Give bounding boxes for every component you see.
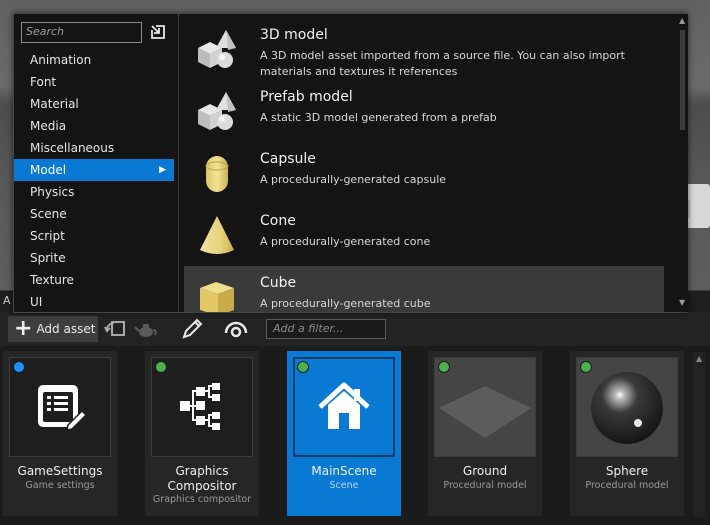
category-item-media[interactable]: Media — [14, 115, 174, 137]
asset-name: Sphere — [605, 464, 649, 478]
asset-card-ground[interactable]: Ground Procedural model — [428, 351, 542, 516]
category-item-animation[interactable]: Animation — [14, 49, 174, 71]
add-asset-label: Add asset — [36, 322, 96, 336]
category-label: Scene — [30, 207, 67, 221]
status-dot — [297, 361, 309, 373]
category-item-script[interactable]: Script — [14, 225, 174, 247]
asset-grid: GameSettings Game settings Graphics Comp… — [0, 346, 710, 525]
asset-type-title: 3D model — [260, 27, 328, 43]
asset-type-description: A procedurally-generated cube — [260, 297, 431, 310]
add-asset-popup: Search Animation Font Material Media Mis… — [13, 13, 688, 313]
import-icon[interactable] — [104, 318, 128, 340]
asset-name: Ground — [462, 464, 508, 478]
category-item-physics[interactable]: Physics — [14, 181, 174, 203]
asset-panel-title: A — [3, 294, 11, 307]
scroll-down-icon[interactable]: ▼ — [679, 298, 685, 307]
pencil-icon[interactable] — [180, 318, 204, 340]
category-label: Texture — [30, 273, 74, 287]
asset-thumbnail — [576, 357, 678, 457]
category-list: Animation Font Material Media Miscellane… — [14, 49, 174, 313]
prefab-model-icon — [198, 92, 236, 130]
cone-icon — [200, 216, 234, 254]
category-item-font[interactable]: Font — [14, 71, 174, 93]
teapot-icon[interactable] — [134, 318, 158, 340]
asset-type-item-cone[interactable]: Cone A procedurally-generated cone — [184, 204, 664, 264]
asset-type-item-capsule[interactable]: Capsule A procedurally-generated capsule — [184, 142, 664, 202]
cube-icon — [200, 282, 234, 312]
asset-type-title: Prefab model — [260, 89, 353, 105]
filter-input[interactable]: Add a filter... — [266, 319, 386, 339]
capsule-icon — [205, 156, 229, 192]
category-label: Script — [30, 229, 65, 243]
scroll-up-icon[interactable]: ▲ — [696, 354, 702, 363]
status-dot — [13, 361, 25, 373]
status-dot — [438, 361, 450, 373]
add-asset-button[interactable]: + Add asset — [8, 316, 98, 342]
asset-type-item-cube[interactable]: Cube A procedurally-generated cube — [184, 266, 664, 312]
asset-name: Graphics Compositor — [167, 464, 237, 493]
asset-type: Procedural model — [443, 480, 527, 491]
sphere-icon — [577, 358, 677, 456]
asset-type: Game settings — [25, 480, 95, 491]
chevron-right-icon: ▶ — [159, 165, 166, 175]
category-label: Miscellaneous — [30, 141, 115, 155]
asset-type-list: 3D model A 3D model asset imported from … — [180, 14, 676, 312]
category-item-material[interactable]: Material — [14, 93, 174, 115]
asset-grid-scrollbar[interactable]: ▲ — [693, 352, 705, 517]
asset-thumbnail — [9, 357, 111, 457]
asset-type-title: Cube — [260, 275, 297, 291]
category-item-sprite[interactable]: Sprite — [14, 247, 174, 269]
game-settings-icon — [38, 385, 88, 431]
asset-type-title: Cone — [260, 213, 296, 229]
asset-type-description: A static 3D model generated from a prefa… — [260, 111, 497, 124]
category-label: Model — [30, 163, 67, 177]
asset-type: Scene — [329, 480, 359, 491]
category-label: Animation — [30, 53, 92, 67]
collapse-icon[interactable] — [150, 24, 166, 40]
asset-type-item-3d-model[interactable]: 3D model A 3D model asset imported from … — [184, 18, 664, 78]
category-pane: Search Animation Font Material Media Mis… — [14, 14, 180, 312]
3d-model-icon — [198, 30, 236, 68]
asset-type: Procedural model — [585, 480, 669, 491]
asset-name: MainScene — [311, 464, 377, 478]
scroll-up-icon[interactable]: ▲ — [679, 16, 685, 25]
category-item-texture[interactable]: Texture — [14, 269, 174, 291]
status-dot — [155, 361, 167, 373]
asset-card-sphere[interactable]: Sphere Procedural model — [570, 351, 684, 516]
asset-thumbnail — [151, 357, 253, 457]
category-label: Sprite — [30, 251, 66, 265]
asset-thumbnail — [293, 357, 395, 457]
category-label: UI — [30, 295, 43, 309]
category-label: Material — [30, 97, 79, 111]
plus-icon: + — [14, 316, 33, 341]
scrollbar-thumb[interactable] — [680, 30, 685, 130]
category-item-model[interactable]: Model ▶ — [14, 159, 174, 181]
category-label: Font — [30, 75, 57, 89]
scene-house-icon — [318, 382, 370, 429]
asset-thumbnail — [434, 357, 536, 457]
category-item-scene[interactable]: Scene — [14, 203, 174, 225]
asset-card-graphics-compositor[interactable]: Graphics Compositor Graphics compositor — [145, 351, 259, 516]
view-options-icon[interactable] — [224, 318, 248, 340]
asset-type: Graphics compositor — [152, 494, 252, 505]
search-input[interactable]: Search — [21, 22, 142, 43]
category-label: Media — [30, 119, 67, 133]
asset-toolbar: + Add asset Add a filter... — [0, 312, 710, 346]
asset-type-description: A procedurally-generated capsule — [260, 173, 447, 186]
graphics-compositor-icon — [180, 383, 220, 430]
category-label: Physics — [30, 185, 75, 199]
popup-scrollbar[interactable]: ▲ ▼ — [676, 14, 688, 312]
pane-divider — [178, 14, 179, 312]
category-item-miscellaneous[interactable]: Miscellaneous — [14, 137, 174, 159]
asset-type-description: A 3D model asset imported from a source … — [260, 49, 625, 78]
asset-name: GameSettings — [17, 464, 103, 478]
asset-type-item-prefab-model[interactable]: Prefab model A static 3D model generated… — [184, 80, 664, 140]
asset-type-title: Capsule — [260, 151, 316, 167]
ground-plane-icon — [435, 358, 535, 456]
asset-type-description: A procedurally-generated cone — [260, 235, 431, 248]
asset-card-gamesettings[interactable]: GameSettings Game settings — [3, 351, 117, 516]
asset-card-mainscene[interactable]: MainScene Scene — [287, 351, 401, 516]
category-item-ui[interactable]: UI — [14, 291, 174, 313]
status-dot — [580, 361, 592, 373]
